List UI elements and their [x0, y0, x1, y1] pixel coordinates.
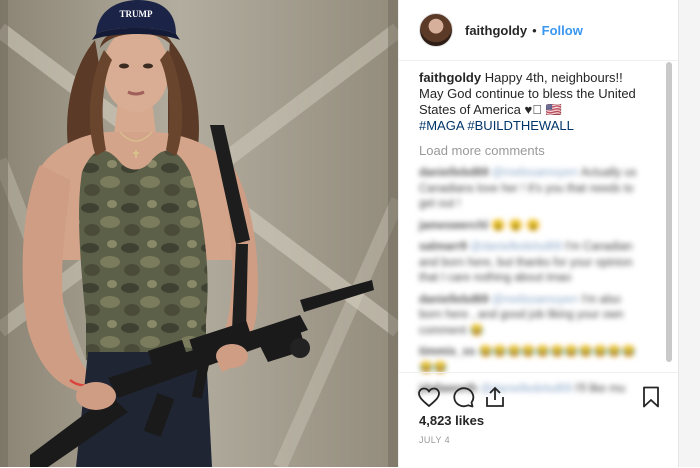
list-item: salmarr9 @danielledelsd69 I'm Canadian a… [419, 240, 644, 287]
post-photo[interactable]: TRUMP [0, 0, 398, 467]
comment-username[interactable]: daniellebd69 [419, 167, 489, 179]
like-count[interactable]: 4,823 likes [419, 413, 484, 428]
comment-mention[interactable]: @melissamoyerr [492, 294, 578, 306]
header-separator: • [532, 22, 537, 38]
heart-icon[interactable] [417, 385, 441, 409]
list-item: daniellebd69 @melissamoyerr Actually us … [419, 166, 644, 213]
load-more-comments-button[interactable]: Load more comments [419, 143, 644, 158]
avatar[interactable] [419, 13, 453, 47]
cap-text: TRUMP [120, 9, 153, 19]
post-caption: faithgoldy Happy 4th, neighbours!! May G… [419, 70, 644, 134]
comment-icon[interactable] [451, 385, 475, 409]
comments-scrollbar[interactable] [665, 62, 673, 362]
instagram-post: TRUMP faithgoldy • Follow faithgoldy Hap… [0, 0, 700, 467]
caption-hashtags[interactable]: #MAGA #BUILDTHEWALL [419, 118, 574, 133]
list-item: daniellebd69 @melissamoyerr I'm also bor… [419, 293, 644, 340]
action-icon-row [417, 385, 663, 411]
photo-illustration: TRUMP [0, 0, 398, 467]
caption-username[interactable]: faithgoldy [419, 70, 481, 85]
post-sidebar: faithgoldy • Follow faithgoldy Happy 4th… [398, 0, 679, 467]
blurred-comment-list: daniellebd69 @melissamoyerr Actually us … [419, 166, 644, 398]
comment-username[interactable]: salmarr9 [419, 241, 467, 253]
author-username[interactable]: faithgoldy [465, 23, 527, 38]
post-actions: 4,823 likes JULY 4 [399, 372, 679, 468]
comment-mention[interactable]: @danielledelsd69 [470, 241, 562, 253]
comment-username[interactable]: timmis_ss [419, 346, 475, 358]
post-header: faithgoldy • Follow [399, 0, 679, 61]
window-edge [678, 0, 700, 467]
follow-button[interactable]: Follow [542, 23, 583, 38]
comment-username[interactable]: daniellebd69 [419, 294, 489, 306]
list-item: jameswerchl 😮 😮 😮 [419, 219, 644, 235]
comments-section: faithgoldy Happy 4th, neighbours!! May G… [419, 70, 644, 398]
comment-mention[interactable]: @melissamoyerr [492, 167, 578, 179]
scrollbar-thumb[interactable] [666, 62, 672, 362]
share-icon[interactable] [483, 385, 507, 409]
bookmark-icon[interactable] [639, 385, 663, 409]
comment-text: 😮 😮 😮 [491, 219, 541, 232]
post-date[interactable]: JULY 4 [419, 435, 450, 445]
comment-username[interactable]: jameswerchl [419, 220, 488, 232]
